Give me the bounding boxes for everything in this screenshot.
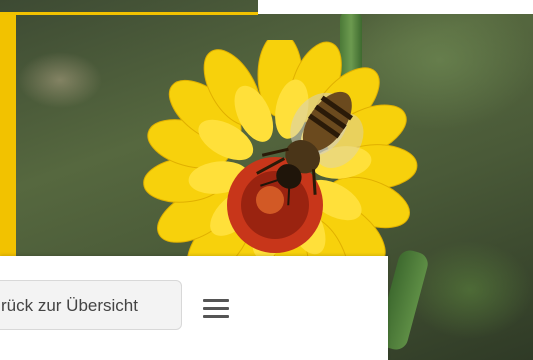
accent-line — [0, 12, 258, 15]
navigation-panel: rück zur Übersicht — [0, 256, 388, 360]
menu-bar-line — [203, 298, 229, 302]
accent-sidebar — [0, 12, 16, 257]
menu-bar-line — [203, 306, 229, 310]
menu-bar-line — [203, 314, 229, 318]
top-white-strip — [258, 0, 533, 14]
hamburger-menu-icon[interactable] — [196, 288, 236, 328]
back-to-overview-button[interactable]: rück zur Übersicht — [0, 280, 182, 330]
bee-on-flower-photo — [143, 40, 418, 290]
